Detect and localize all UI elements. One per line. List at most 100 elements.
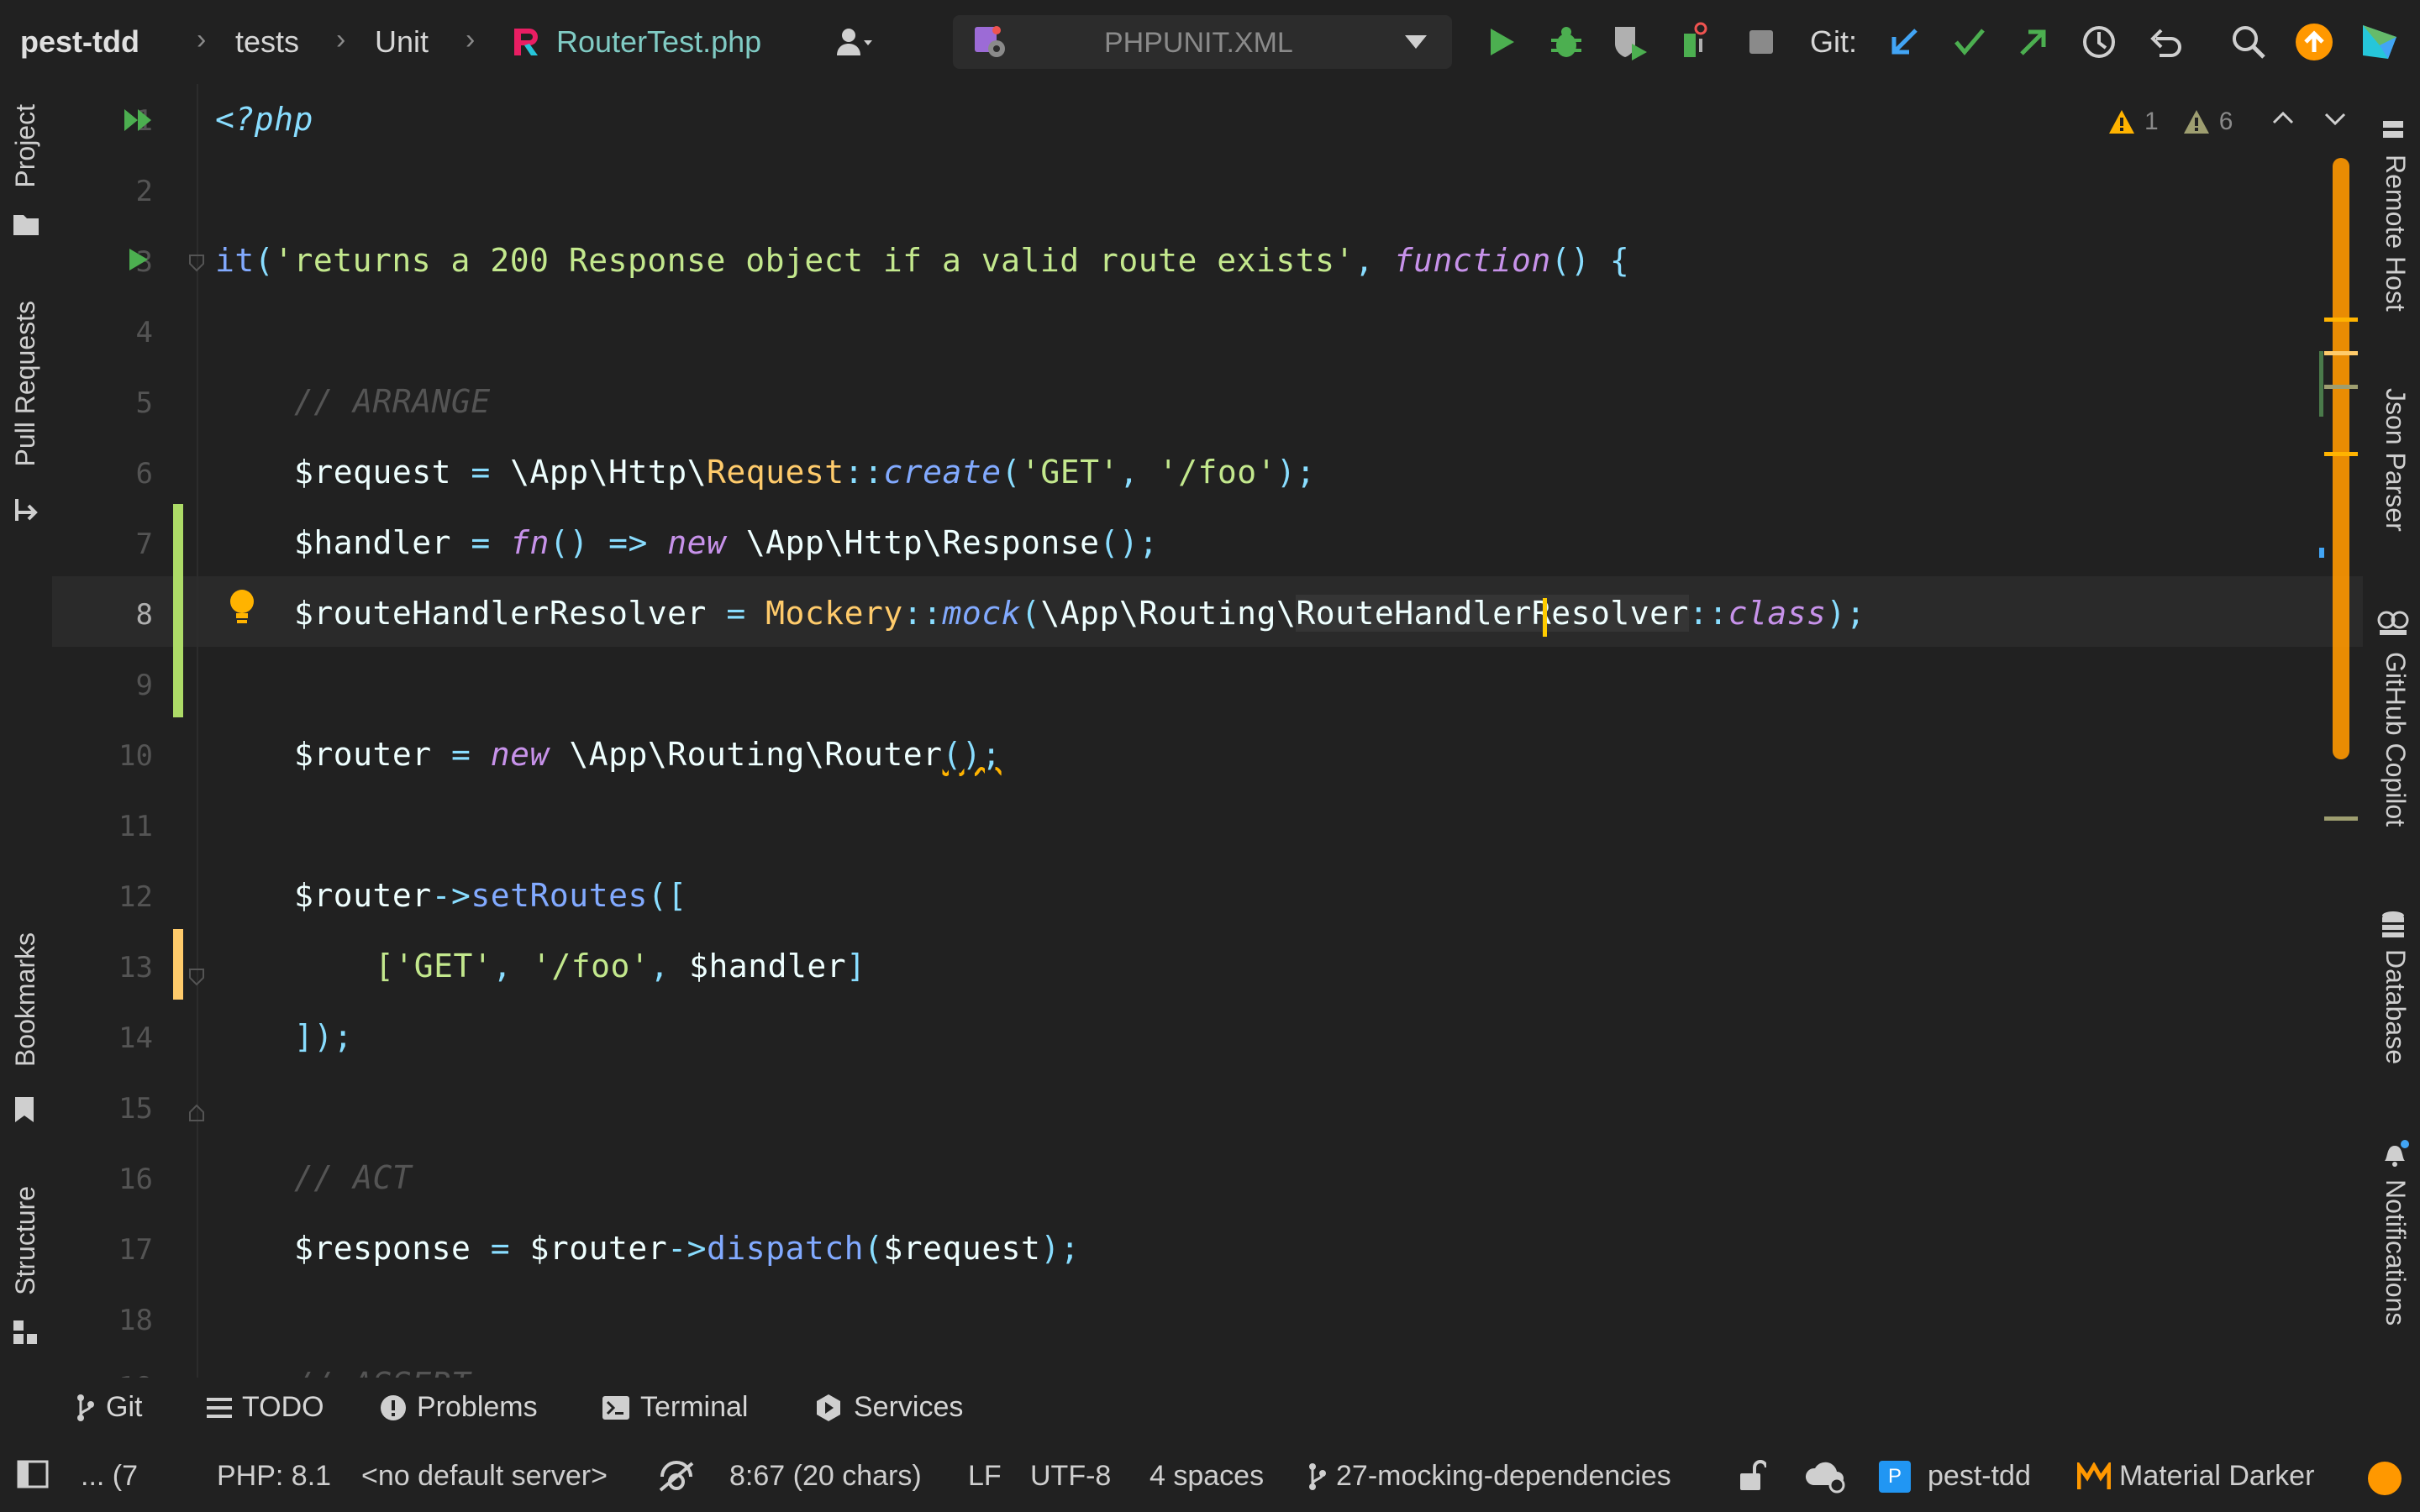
run-all-tests-icon[interactable] [123, 106, 156, 139]
user-icon[interactable] [834, 22, 874, 62]
token: ); [1040, 1230, 1081, 1267]
code-line-19: // ASSERT [294, 1366, 471, 1378]
status-truncated[interactable]: ... (7 [81, 1460, 138, 1493]
tool-tab-notifications[interactable]: Notifications [2380, 1179, 2411, 1326]
tool-tab-terminal[interactable]: Terminal [602, 1391, 748, 1424]
fold-icon[interactable] [187, 252, 207, 276]
history-icon[interactable] [2079, 22, 2119, 62]
fold-end-icon[interactable] [187, 1104, 207, 1128]
git-label: Git: [1810, 24, 1858, 59]
git-branch[interactable]: 27-mocking-dependencies [1307, 1460, 1671, 1493]
breadcrumb-file[interactable]: RouterTest.php [556, 25, 761, 59]
stop-icon[interactable] [1741, 22, 1781, 62]
line-number: 2 [135, 175, 153, 208]
warning-marker[interactable] [2324, 452, 2358, 456]
layout-toggle-icon[interactable] [17, 1460, 49, 1488]
line-number: 14 [118, 1021, 153, 1055]
git-branch-icon [77, 1394, 94, 1421]
run-test-icon[interactable] [126, 245, 151, 278]
indent-setting[interactable]: 4 spaces [1150, 1460, 1264, 1493]
vcs-change-marker[interactable] [2319, 351, 2323, 417]
vcs-added-marker[interactable] [173, 504, 183, 717]
run-icon[interactable] [1481, 22, 1521, 62]
weak-warning-marker[interactable] [2324, 385, 2358, 389]
remote-disabled-icon[interactable] [655, 1460, 697, 1494]
code-editor[interactable]: 1 2 3 4 5 6 7 8 9 10 11 12 13 14 15 16 1… [52, 84, 2363, 1378]
token: new [490, 736, 550, 773]
git-commit-icon[interactable] [1949, 22, 1990, 62]
line-number: 15 [118, 1092, 153, 1126]
theme-selector[interactable]: Material Darker [2077, 1460, 2314, 1493]
token: mock [942, 595, 1022, 632]
vcs-change-marker[interactable] [2319, 548, 2324, 558]
token: \App\Routing\Router [549, 736, 943, 773]
deployment-server[interactable]: <no default server> [361, 1460, 608, 1493]
update-indicator-icon[interactable] [2366, 1460, 2403, 1497]
tool-tab-database[interactable]: Database [2380, 949, 2411, 1064]
tool-tab-json-parser[interactable]: Json Parser [2380, 388, 2411, 532]
tool-tab-pull-requests[interactable]: Pull Requests [10, 301, 41, 466]
tool-tab-todo[interactable]: TODO [207, 1391, 324, 1424]
bottom-tool-window-bar: Git TODO Problems Terminal Services [0, 1378, 2420, 1441]
token: -> [667, 1230, 707, 1267]
code-line-17: $response = $router->dispatch($request); [294, 1230, 1080, 1267]
breadcrumb-project[interactable]: pest-tdd [20, 25, 139, 59]
project-selector[interactable]: P pest-tdd [1879, 1460, 2031, 1493]
fold-icon[interactable] [187, 966, 207, 990]
php-open-tag: <?php [215, 101, 313, 138]
run-configuration-selector[interactable]: PHPUNIT.XML [953, 15, 1452, 69]
next-highlight-icon[interactable] [2323, 106, 2348, 135]
token: '/foo' [1158, 454, 1276, 491]
token: ( [254, 242, 275, 279]
tool-tab-bookmarks[interactable]: Bookmarks [10, 932, 41, 1067]
breadcrumb-folder-unit[interactable]: Unit [375, 25, 429, 59]
git-update-icon[interactable] [1884, 22, 1924, 62]
tool-tab-label: Problems [417, 1391, 538, 1423]
update-available-icon[interactable] [2294, 22, 2334, 62]
vertical-scrollbar-thumb[interactable] [2333, 158, 2349, 759]
weak-warning-marker[interactable] [2324, 816, 2358, 821]
php-version[interactable]: PHP: 8.1 [217, 1460, 331, 1493]
caret-position[interactable]: 8:67 (20 chars) [729, 1460, 922, 1493]
code-with-me-icon[interactable] [1805, 1460, 1847, 1494]
comment: // ASSERT [294, 1366, 471, 1378]
warning-marker[interactable] [2324, 351, 2358, 355]
file-encoding[interactable]: UTF-8 [1030, 1460, 1111, 1493]
profile-icon[interactable] [1676, 22, 1716, 62]
tool-tab-label: Services [854, 1391, 964, 1423]
read-only-toggle-icon[interactable] [1738, 1460, 1766, 1492]
structure-icon [12, 1319, 39, 1350]
tool-tab-project[interactable]: Project [10, 104, 41, 188]
rollback-icon[interactable] [2146, 22, 2186, 62]
token: $response [294, 1230, 471, 1267]
tool-tab-git[interactable]: Git [76, 1391, 142, 1424]
tool-tab-structure[interactable]: Structure [10, 1186, 41, 1295]
terminal-icon [602, 1395, 629, 1420]
search-icon[interactable] [2228, 22, 2269, 62]
previous-highlight-icon[interactable] [2270, 106, 2296, 135]
lightbulb-icon[interactable] [227, 588, 257, 633]
project-name: pest-tdd [1928, 1460, 2031, 1492]
comment: // ACT [294, 1159, 413, 1196]
line-number: 16 [118, 1163, 153, 1196]
warning-marker[interactable] [2324, 318, 2358, 322]
jetbrains-toolbox-icon[interactable] [2360, 22, 2400, 62]
token: -> [431, 877, 471, 914]
run-with-coverage-icon[interactable] [1610, 22, 1650, 62]
git-push-icon[interactable] [2013, 22, 2054, 62]
line-number: 11 [118, 810, 153, 843]
warning-count: 1 [2144, 108, 2159, 135]
tool-tab-remote-host[interactable]: Remote Host [2380, 155, 2411, 312]
text-cursor [1543, 598, 1547, 637]
debug-icon[interactable] [1546, 22, 1586, 62]
breadcrumb-folder-tests[interactable]: tests [235, 25, 299, 59]
token: \App\Http\ [510, 454, 707, 491]
line-number: 17 [118, 1233, 153, 1267]
tool-tab-github-copilot[interactable]: GitHub Copilot [2380, 652, 2411, 827]
line-separator[interactable]: LF [968, 1460, 1002, 1493]
status-bar: ... (7 PHP: 8.1 <no default server> 8:67… [0, 1441, 2420, 1512]
vcs-modified-marker[interactable] [173, 929, 183, 1000]
tool-tab-services[interactable]: Services [813, 1391, 963, 1424]
tool-tab-problems[interactable]: Problems [380, 1391, 538, 1424]
inspection-widget[interactable]: 1 6 [2107, 102, 2233, 141]
